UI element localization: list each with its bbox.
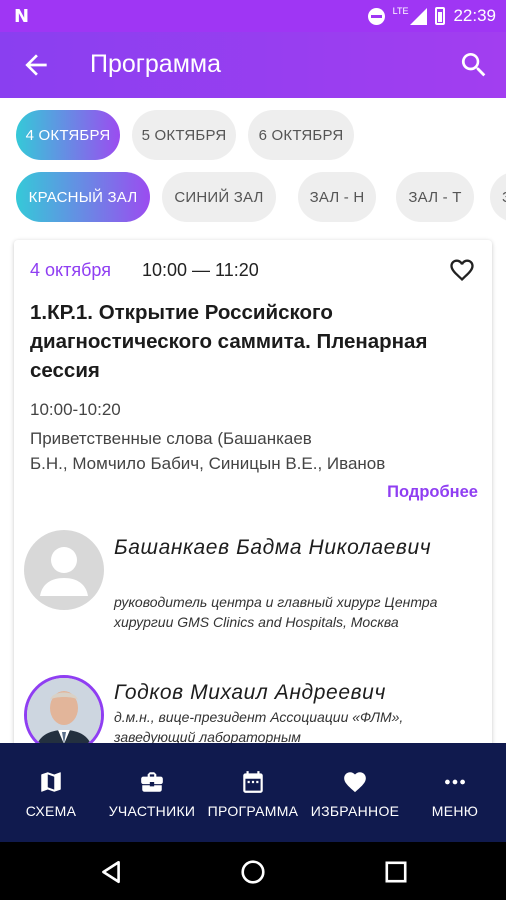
nav-label: ПРОГРАММА [207, 803, 299, 819]
status-bar: N LTE 22:39 [0, 0, 506, 32]
system-back-icon[interactable] [98, 859, 124, 885]
more-dots-icon [445, 779, 465, 785]
system-navigation-bar [0, 842, 506, 900]
hall-chip-partial[interactable]: З [490, 172, 506, 222]
app-bar: Программа [0, 32, 506, 98]
hall-filter-row: КРАСНЫЙ ЗАЛ СИНИЙ ЗАЛ ЗАЛ - Н ЗАЛ - Т З [0, 172, 506, 224]
battery-icon [435, 7, 446, 25]
map-icon [41, 772, 61, 792]
item-description: Приветственные слова (Башанкаев Б.Н., Мо… [30, 426, 486, 476]
speaker-role: д.м.н., вице-президент Ассоциации «ФЛМ»,… [114, 709, 404, 745]
back-arrow-icon[interactable] [20, 49, 52, 81]
speaker-portrait [27, 678, 101, 752]
nav-item-menu[interactable]: МЕНЮ [424, 743, 486, 842]
date-chip-oct-5[interactable]: 5 ОКТЯБРЯ [132, 110, 236, 160]
speaker-name: Годков Михаил Андреевич [114, 681, 386, 704]
do-not-disturb-icon [367, 7, 385, 25]
hall-chip-n[interactable]: ЗАЛ - Н [298, 172, 376, 222]
item-description-line-2: Б.Н., Момчило Бабич, Синицын В.Е., Ивано… [30, 454, 386, 473]
system-home-icon[interactable] [240, 859, 266, 885]
session-card[interactable]: 4 октября 10:00 — 11:20 1.КР.1. Открытие… [14, 240, 492, 800]
nav-item-scheme[interactable]: СХЕМА [18, 743, 84, 842]
more-details-link[interactable]: Подробнее [387, 483, 478, 502]
speaker-name: Башанкаев Бадма Николаевич [114, 536, 432, 559]
briefcase-icon [141, 772, 163, 792]
session-title: 1.КР.1. Открытие Российского диагностиче… [30, 301, 428, 382]
system-recents-icon[interactable] [383, 859, 409, 885]
session-date: 4 октября [30, 260, 111, 280]
date-filter-row: 4 ОКТЯБРЯ 5 ОКТЯБРЯ 6 ОКТЯБРЯ [0, 110, 506, 162]
nav-label: УЧАСТНИКИ [108, 803, 196, 819]
avatar-placeholder [24, 530, 104, 610]
calendar-icon [243, 771, 263, 793]
person-silhouette-icon [40, 547, 88, 596]
nav-label: ИЗБРАННОЕ [310, 803, 400, 819]
item-description-line-1: Приветственные слова (Башанкаев [30, 429, 312, 448]
item-time: 10:00-10:20 [30, 400, 121, 419]
signal-icon [410, 7, 428, 25]
bottom-navigation: СХЕМА УЧАСТНИКИ ПРОГРАММА ИЗБРАННОЕ МЕНЮ [0, 743, 506, 842]
favorite-heart-icon[interactable] [448, 256, 476, 284]
status-time: 22:39 [453, 6, 496, 25]
nav-item-participants[interactable]: УЧАСТНИКИ [104, 743, 200, 842]
notification-n-icon: N [14, 6, 30, 27]
heart-icon [344, 772, 366, 793]
page-title: Программа [90, 50, 221, 78]
hall-chip-t[interactable]: ЗАЛ - Т [396, 172, 474, 222]
nav-item-program[interactable]: ПРОГРАММА [204, 743, 302, 842]
nav-item-favorites[interactable]: ИЗБРАННОЕ [306, 743, 404, 842]
network-type: LTE [392, 6, 409, 16]
hall-chip-red[interactable]: КРАСНЫЙ ЗАЛ [16, 172, 150, 222]
search-icon[interactable] [458, 49, 490, 81]
date-chip-oct-4[interactable]: 4 ОКТЯБРЯ [16, 110, 120, 160]
session-time: 10:00 — 11:20 [142, 260, 259, 280]
nav-label: СХЕМА [25, 803, 77, 819]
date-chip-oct-6[interactable]: 6 ОКТЯБРЯ [248, 110, 354, 160]
speaker-role: руководитель центра и главный хирург Цен… [114, 594, 438, 630]
hall-chip-blue[interactable]: СИНИЙ ЗАЛ [162, 172, 276, 222]
nav-label: МЕНЮ [431, 803, 479, 819]
